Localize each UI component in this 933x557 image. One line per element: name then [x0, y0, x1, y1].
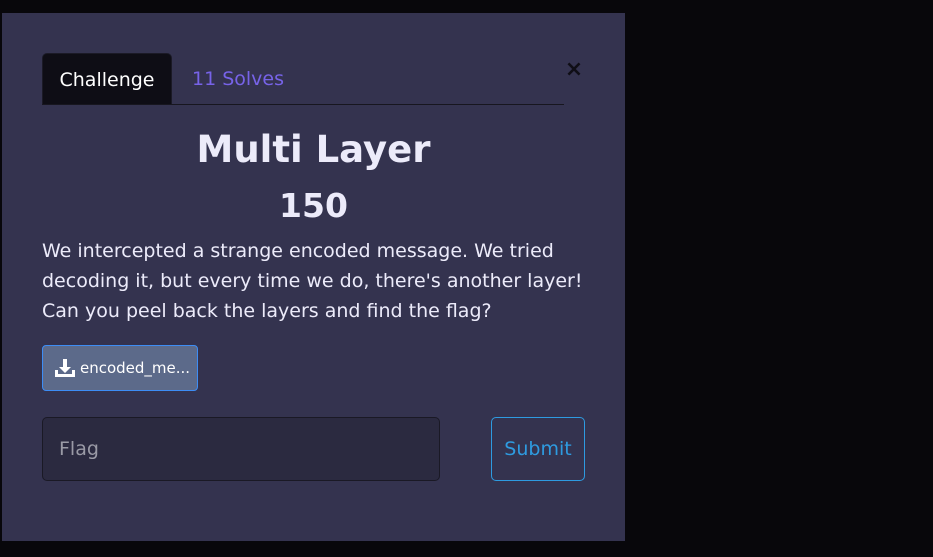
challenge-modal: Challenge 11 Solves × Multi Layer 150 We… — [2, 13, 625, 541]
download-icon — [55, 359, 75, 377]
challenge-title: Multi Layer — [196, 128, 431, 171]
tab-solves[interactable]: 11 Solves — [192, 53, 284, 104]
submit-button[interactable]: Submit — [491, 417, 585, 481]
tab-bar: Challenge 11 Solves — [42, 53, 564, 105]
challenge-description: We intercepted a strange encoded message… — [42, 240, 583, 322]
file-name-label: encoded_me... — [80, 359, 191, 377]
tab-challenge[interactable]: Challenge — [42, 53, 172, 104]
challenge-points: 150 — [279, 186, 348, 225]
download-file-button[interactable]: encoded_me... — [42, 345, 198, 391]
flag-input[interactable] — [42, 417, 440, 481]
close-button[interactable]: × — [564, 57, 584, 83]
